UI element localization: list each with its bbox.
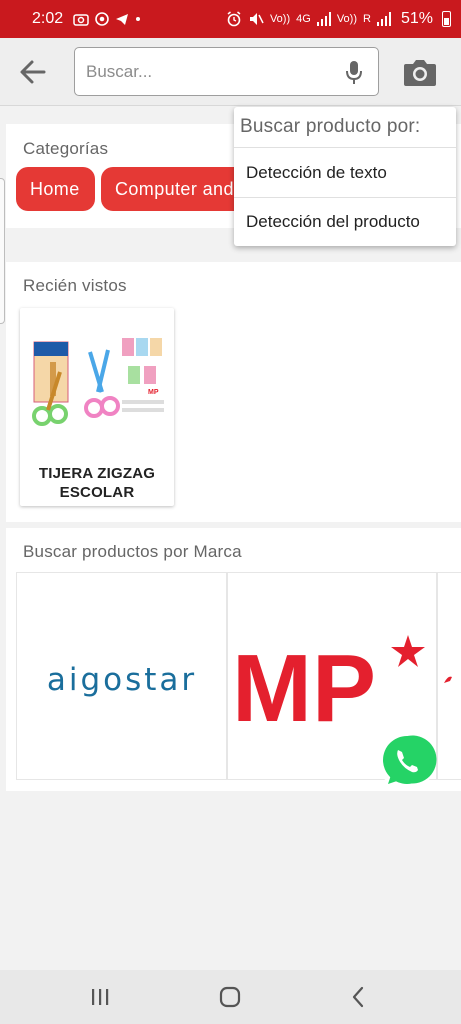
search-box[interactable] [74,47,379,96]
search-mode-dropdown: Buscar producto por: Detección de texto … [234,107,456,246]
product-image[interactable]: MP [30,322,164,442]
signal-icon [316,12,331,26]
battery-icon [442,11,451,27]
status-bar: 2:02 Vo)) 4G Vo)) R 51% [0,0,461,38]
roaming-label: R [363,13,371,25]
system-icons: Vo)) 4G Vo)) R 51% [226,10,451,28]
partial-logo [444,676,452,683]
search-input[interactable] [86,60,326,84]
screenshot-icon [73,13,89,26]
alarm-icon [227,11,241,27]
brands-title: Buscar productos por Marca [23,542,242,561]
product-card[interactable]: MP TIJERA ZIGZAG ESCOLAR [20,308,174,506]
dropdown-divider [234,147,456,148]
battery-percent: 51% [400,10,433,27]
dropdown-header: Buscar producto por: [240,116,421,137]
network-4g-label: 4G [296,13,311,25]
camera-icon[interactable] [403,57,437,87]
volte-label-2: Vo)) [336,13,358,25]
status-time: 2:02 [32,10,64,27]
whatsapp-icon[interactable] [376,730,438,792]
back-chevron-icon[interactable] [345,984,371,1010]
volte-label-1: Vo)) [269,13,291,25]
home-icon[interactable] [217,984,243,1010]
product-name: TIJERA ZIGZAG ESCOLAR [38,465,156,501]
menu-item-text-detection[interactable]: Detección de texto [234,149,456,197]
chrome-icon [95,12,109,26]
app-bar [0,38,461,106]
microphone-icon[interactable] [344,60,364,86]
category-chip-home[interactable]: Home [16,167,95,211]
star-icon [391,635,425,667]
recently-viewed-title: Recién vistos [23,276,127,295]
notification-icons [73,12,141,26]
arrow-left-icon[interactable] [18,57,48,87]
aigostar-logo-text: aigostar [47,662,197,698]
navigation-bar [0,970,461,1024]
recents-icon[interactable] [87,984,113,1010]
mp-logo-text: MP [232,635,376,742]
aigostar-logo: aigostar [47,662,197,698]
edge-panel-handle[interactable] [0,178,5,324]
menu-item-product-detection[interactable]: Detección del producto [234,198,456,246]
categories-title: Categorías [23,139,109,158]
recently-viewed-section: Recién vistos MP TIJERA ZIGZAG ESCOLAR [6,262,461,522]
dot-icon [136,17,141,21]
brand-tile-aigostar[interactable]: aigostar [16,572,227,780]
svg-text:MP: MP [148,389,159,396]
mute-icon [249,13,264,25]
brand-tile-partial[interactable] [437,572,461,780]
telegram-icon [116,13,129,25]
signal-icon-2 [376,12,391,26]
